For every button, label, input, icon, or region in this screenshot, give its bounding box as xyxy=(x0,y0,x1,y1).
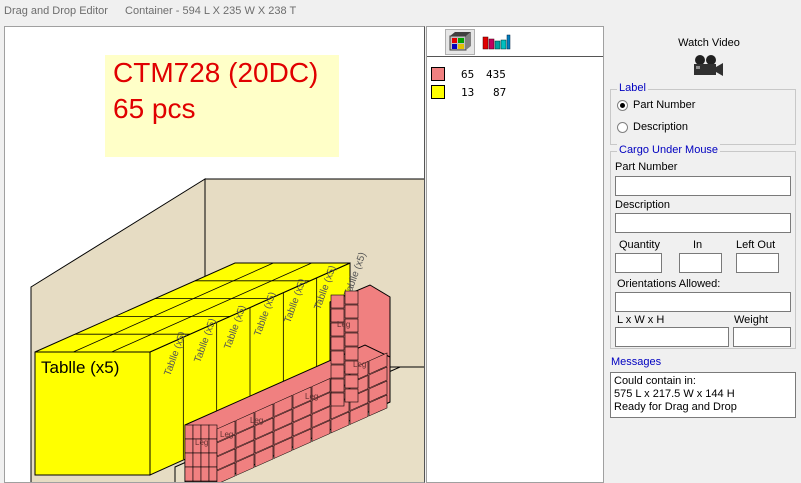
pink-box xyxy=(330,378,345,393)
pink-box xyxy=(330,392,345,407)
messages-title: Messages xyxy=(611,356,662,368)
pink-box xyxy=(192,452,202,468)
in-label: In xyxy=(693,239,703,251)
pink-box xyxy=(184,438,194,454)
pink-box xyxy=(330,336,345,351)
tab-3d-view[interactable] xyxy=(445,29,475,55)
in-field[interactable] xyxy=(679,253,722,273)
pink-box xyxy=(208,424,218,440)
pink-box xyxy=(344,290,359,305)
pink-box-label: Leg xyxy=(305,392,318,401)
messages-box: Could contain in: 575 L x 217.5 W x 144 … xyxy=(610,372,796,418)
pink-box-label: Leg xyxy=(353,360,366,369)
legend-swatch-yellow xyxy=(431,85,445,99)
pink-box xyxy=(344,304,359,319)
pink-box-label: Leg xyxy=(250,416,263,425)
pink-box xyxy=(344,374,359,389)
video-camera-icon[interactable] xyxy=(691,54,725,78)
legend-value: 435 xyxy=(486,68,506,81)
quantity-label: Quantity xyxy=(619,239,660,251)
pink-box xyxy=(208,466,218,482)
legend-count: 13 xyxy=(461,86,475,99)
label-group: Label Part Number Description xyxy=(610,82,796,145)
container-view-icon xyxy=(449,32,471,51)
pink-box xyxy=(184,466,194,482)
legend-swatch-pink xyxy=(431,67,445,81)
weight-label: Weight xyxy=(734,314,769,326)
properties-panel: Watch Video Label Part Number Descriptio… xyxy=(605,26,801,483)
pink-box xyxy=(330,294,345,309)
pink-box xyxy=(184,452,194,468)
pink-box xyxy=(344,388,359,403)
description-field[interactable] xyxy=(615,213,791,233)
orientations-label: Orientations Allowed: xyxy=(617,278,721,290)
pink-box xyxy=(344,346,359,361)
app-title: Drag and Drop Editor xyxy=(4,5,108,17)
pink-box xyxy=(208,438,218,454)
legend-value: 87 xyxy=(493,86,507,99)
pink-box xyxy=(192,466,202,482)
radio-description-label[interactable]: Description xyxy=(633,121,688,133)
pink-box xyxy=(208,452,218,468)
title-bar: Drag and Drop Editor Container - 594 L X… xyxy=(0,0,801,22)
container-3d-view[interactable]: Tablle (x5) Tablle (x5) Tablle (x5) Tablle … xyxy=(4,26,425,483)
pink-box xyxy=(330,350,345,365)
legend-count: 65 xyxy=(461,68,475,81)
front-item-label: Tablle (x5) xyxy=(41,358,119,377)
pink-box xyxy=(330,364,345,379)
pink-box xyxy=(200,452,210,468)
pink-box xyxy=(192,424,202,440)
container-name: CTM728 (20DC) xyxy=(113,57,319,88)
pink-box-label: Leg xyxy=(195,438,208,447)
pink-box-label: Leg xyxy=(337,320,350,329)
pink-box xyxy=(200,424,210,440)
lwh-label: L x W x H xyxy=(617,314,665,326)
description-label: Description xyxy=(615,199,671,211)
left-out-label: Left Out xyxy=(736,239,776,251)
pink-box-label: Leg xyxy=(220,430,233,439)
watch-video-label[interactable]: Watch Video xyxy=(605,37,801,49)
cargo-under-mouse-group: Cargo Under Mouse Part Number Descriptio… xyxy=(610,144,796,349)
pink-box xyxy=(344,332,359,347)
bar-chart-icon xyxy=(482,34,511,50)
container-banner: CTM728 (20DC) 65 pcs xyxy=(105,55,339,157)
left-out-field[interactable] xyxy=(736,253,779,273)
message-line: 575 L x 217.5 W x 144 H xyxy=(614,388,735,400)
legend-pane: 65 435 13 87 xyxy=(426,26,604,483)
radio-part-number[interactable] xyxy=(617,100,628,111)
lwh-field[interactable] xyxy=(615,327,729,347)
pink-box xyxy=(184,424,194,440)
label-group-title: Label xyxy=(617,82,648,94)
quantity-field[interactable] xyxy=(615,253,662,273)
container-info: Container - 594 L X 235 W X 238 T xyxy=(125,5,297,17)
part-number-field[interactable] xyxy=(615,176,791,196)
radio-description[interactable] xyxy=(617,122,628,133)
message-line: Ready for Drag and Drop xyxy=(614,401,737,413)
cargo-group-title: Cargo Under Mouse xyxy=(617,144,721,156)
piece-count: 65 pcs xyxy=(113,93,196,124)
weight-field[interactable] xyxy=(733,327,791,347)
message-line: Could contain in: xyxy=(614,375,696,387)
radio-part-number-label[interactable]: Part Number xyxy=(633,99,695,111)
part-number-label: Part Number xyxy=(615,161,678,173)
tab-bar-view[interactable] xyxy=(481,29,511,55)
view-tabs xyxy=(427,27,603,57)
pink-box xyxy=(200,466,210,482)
orientations-field[interactable] xyxy=(615,292,791,312)
